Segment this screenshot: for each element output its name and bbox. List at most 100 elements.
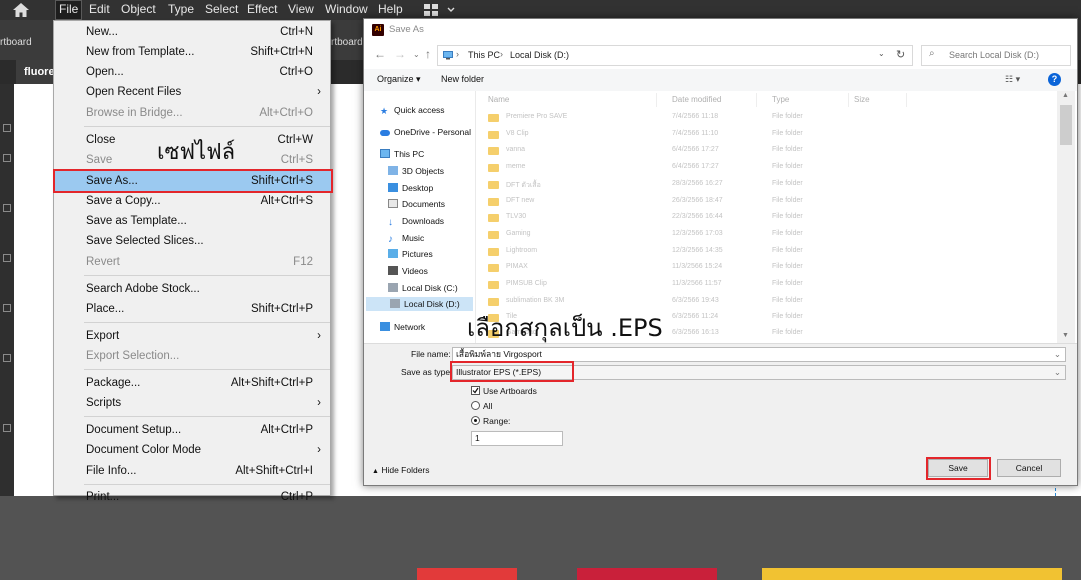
- home-icon[interactable]: [12, 2, 30, 18]
- menu-type[interactable]: Type: [168, 2, 194, 16]
- menu-item-scripts[interactable]: Scripts ›: [55, 393, 331, 413]
- dialog-title: Save As: [389, 24, 424, 35]
- search-input[interactable]: ⌕ Search Local Disk (D:): [921, 45, 1071, 66]
- file-name-input[interactable]: เสื้อพิมพ์ลาย Virgosport ⌄: [452, 347, 1066, 362]
- column-date-modified[interactable]: Date modified: [672, 95, 721, 104]
- nav-this-pc[interactable]: This PC: [380, 149, 424, 159]
- breadcrumb-local-disk-d[interactable]: Local Disk (D:): [510, 50, 569, 60]
- organize-button[interactable]: Organize ▾: [377, 74, 421, 85]
- workspace-switcher-icon[interactable]: [423, 3, 457, 17]
- folder-icon: [488, 281, 499, 289]
- column-divider: [656, 93, 657, 107]
- document-tab[interactable]: fluore: [16, 60, 56, 84]
- nav-pictures[interactable]: Pictures: [388, 249, 433, 259]
- new-folder-button[interactable]: New folder: [441, 74, 484, 84]
- tool-icon[interactable]: [3, 424, 11, 432]
- range-radio[interactable]: [471, 416, 480, 425]
- menu-item-export-selection[interactable]: Export Selection...: [55, 346, 331, 366]
- nav-onedrive[interactable]: OneDrive - Personal: [380, 127, 471, 137]
- menu-item-save-as[interactable]: Save As... Shift+Ctrl+S: [53, 169, 333, 193]
- menu-help[interactable]: Help: [378, 2, 403, 16]
- menu-item-search-stock[interactable]: Search Adobe Stock...: [55, 279, 331, 299]
- path-dropdown-icon[interactable]: ⌄: [878, 49, 885, 58]
- tool-icon[interactable]: [3, 154, 11, 162]
- column-name[interactable]: Name: [488, 95, 509, 104]
- nav-documents[interactable]: Documents: [388, 199, 445, 209]
- menu-item-save-template[interactable]: Save as Template...: [55, 211, 331, 231]
- scroll-thumb[interactable]: [1060, 105, 1072, 145]
- chevron-down-icon[interactable]: ⌄: [1054, 366, 1061, 379]
- nav-3d-objects[interactable]: 3D Objects: [388, 166, 444, 176]
- forward-arrow-icon[interactable]: →: [394, 47, 406, 61]
- help-icon[interactable]: ?: [1048, 73, 1061, 86]
- tool-icon[interactable]: [3, 254, 11, 262]
- menu-item-document-color-mode[interactable]: Document Color Mode ›: [55, 440, 331, 460]
- back-arrow-icon[interactable]: ←: [374, 47, 386, 61]
- menu-window[interactable]: Window: [325, 2, 368, 16]
- menu-item-revert[interactable]: Revert F12: [55, 252, 331, 272]
- menu-item-browse-bridge[interactable]: Browse in Bridge... Alt+Ctrl+O: [55, 103, 331, 123]
- tool-icon[interactable]: [3, 354, 11, 362]
- all-label: All: [483, 401, 493, 411]
- menu-item-file-info[interactable]: File Info... Alt+Shift+Ctrl+I: [55, 461, 331, 481]
- use-artboards-checkbox[interactable]: [471, 386, 480, 395]
- menu-item-new[interactable]: New... Ctrl+N: [55, 22, 331, 42]
- nav-quick-access[interactable]: ★ Quick access: [380, 105, 445, 116]
- menu-item-open[interactable]: Open... Ctrl+O: [55, 62, 331, 82]
- annotation-choose-eps: เลือกสกุลเป็น .EPS: [467, 314, 663, 342]
- menu-object[interactable]: Object: [121, 2, 156, 16]
- menu-item-package[interactable]: Package... Alt+Shift+Ctrl+P: [55, 373, 331, 393]
- menu-item-open-recent[interactable]: Open Recent Files ›: [55, 82, 331, 102]
- nav-local-disk-d[interactable]: Local Disk (D:): [366, 297, 473, 311]
- menu-item-save-slices[interactable]: Save Selected Slices...: [55, 231, 331, 251]
- checkmark-icon: [472, 387, 479, 394]
- range-input[interactable]: 1: [471, 431, 563, 446]
- use-artboards-label: Use Artboards: [483, 386, 537, 396]
- nav-local-disk-c[interactable]: Local Disk (C:): [388, 283, 458, 293]
- scroll-up-icon[interactable]: ▲: [1062, 92, 1069, 99]
- menu-item-export[interactable]: Export ›: [55, 326, 331, 346]
- tool-icon[interactable]: [3, 204, 11, 212]
- nav-music[interactable]: ♪ Music: [388, 233, 424, 245]
- desktop-icon: [388, 183, 398, 192]
- menu-item-print[interactable]: Print... Ctrl+P: [55, 487, 331, 507]
- cloud-icon: [380, 130, 390, 136]
- address-bar-row: ← → ⌄ ↑ › This PC › Local Disk (D:) ⌄ ↻ …: [364, 41, 1077, 69]
- folder-icon: [488, 114, 499, 122]
- folder-icon: [488, 147, 499, 155]
- dialog-titlebar: Ai Save As: [364, 19, 1077, 41]
- menu-item-save-copy[interactable]: Save a Copy... Alt+Ctrl+S: [55, 191, 331, 211]
- chevron-down-icon[interactable]: ⌄: [1054, 348, 1061, 361]
- nav-downloads[interactable]: ↓ Downloads: [388, 216, 444, 228]
- breadcrumb-sep: ›: [500, 49, 503, 59]
- breadcrumb-this-pc[interactable]: This PC: [468, 50, 500, 60]
- menu-select[interactable]: Select: [205, 2, 238, 16]
- refresh-icon[interactable]: ↻: [896, 48, 905, 61]
- up-arrow-icon[interactable]: ↑: [425, 47, 431, 61]
- recent-dropdown-icon[interactable]: ⌄: [413, 50, 420, 59]
- menu-separator: [84, 322, 330, 323]
- menu-item-new-from-template[interactable]: New from Template... Shift+Ctrl+N: [55, 42, 331, 62]
- menu-file[interactable]: File: [54, 0, 83, 20]
- folder-icon: [488, 264, 499, 272]
- tool-icon[interactable]: [3, 124, 11, 132]
- vertical-scrollbar[interactable]: ▲ ▼: [1057, 91, 1075, 343]
- menu-item-place[interactable]: Place... Shift+Ctrl+P: [55, 299, 331, 319]
- tool-icon[interactable]: [3, 304, 11, 312]
- folder-icon: [488, 131, 499, 139]
- cancel-button[interactable]: Cancel: [997, 459, 1061, 477]
- nav-desktop[interactable]: Desktop: [388, 183, 433, 193]
- all-radio[interactable]: [471, 401, 480, 410]
- hide-folders-toggle[interactable]: ▲ Hide Folders: [372, 465, 430, 475]
- address-path[interactable]: › This PC › Local Disk (D:) ⌄ ↻: [437, 45, 913, 66]
- menu-effect[interactable]: Effect: [247, 2, 277, 16]
- nav-network[interactable]: Network: [380, 322, 425, 332]
- column-type[interactable]: Type: [772, 95, 789, 104]
- menu-item-document-setup[interactable]: Document Setup... Alt+Ctrl+P: [55, 420, 331, 440]
- view-options-icon[interactable]: ☷ ▾: [1005, 74, 1020, 85]
- menu-edit[interactable]: Edit: [89, 2, 110, 16]
- menu-view[interactable]: View: [288, 2, 314, 16]
- column-size[interactable]: Size: [854, 95, 870, 104]
- scroll-down-icon[interactable]: ▼: [1062, 332, 1069, 339]
- nav-videos[interactable]: Videos: [388, 266, 428, 276]
